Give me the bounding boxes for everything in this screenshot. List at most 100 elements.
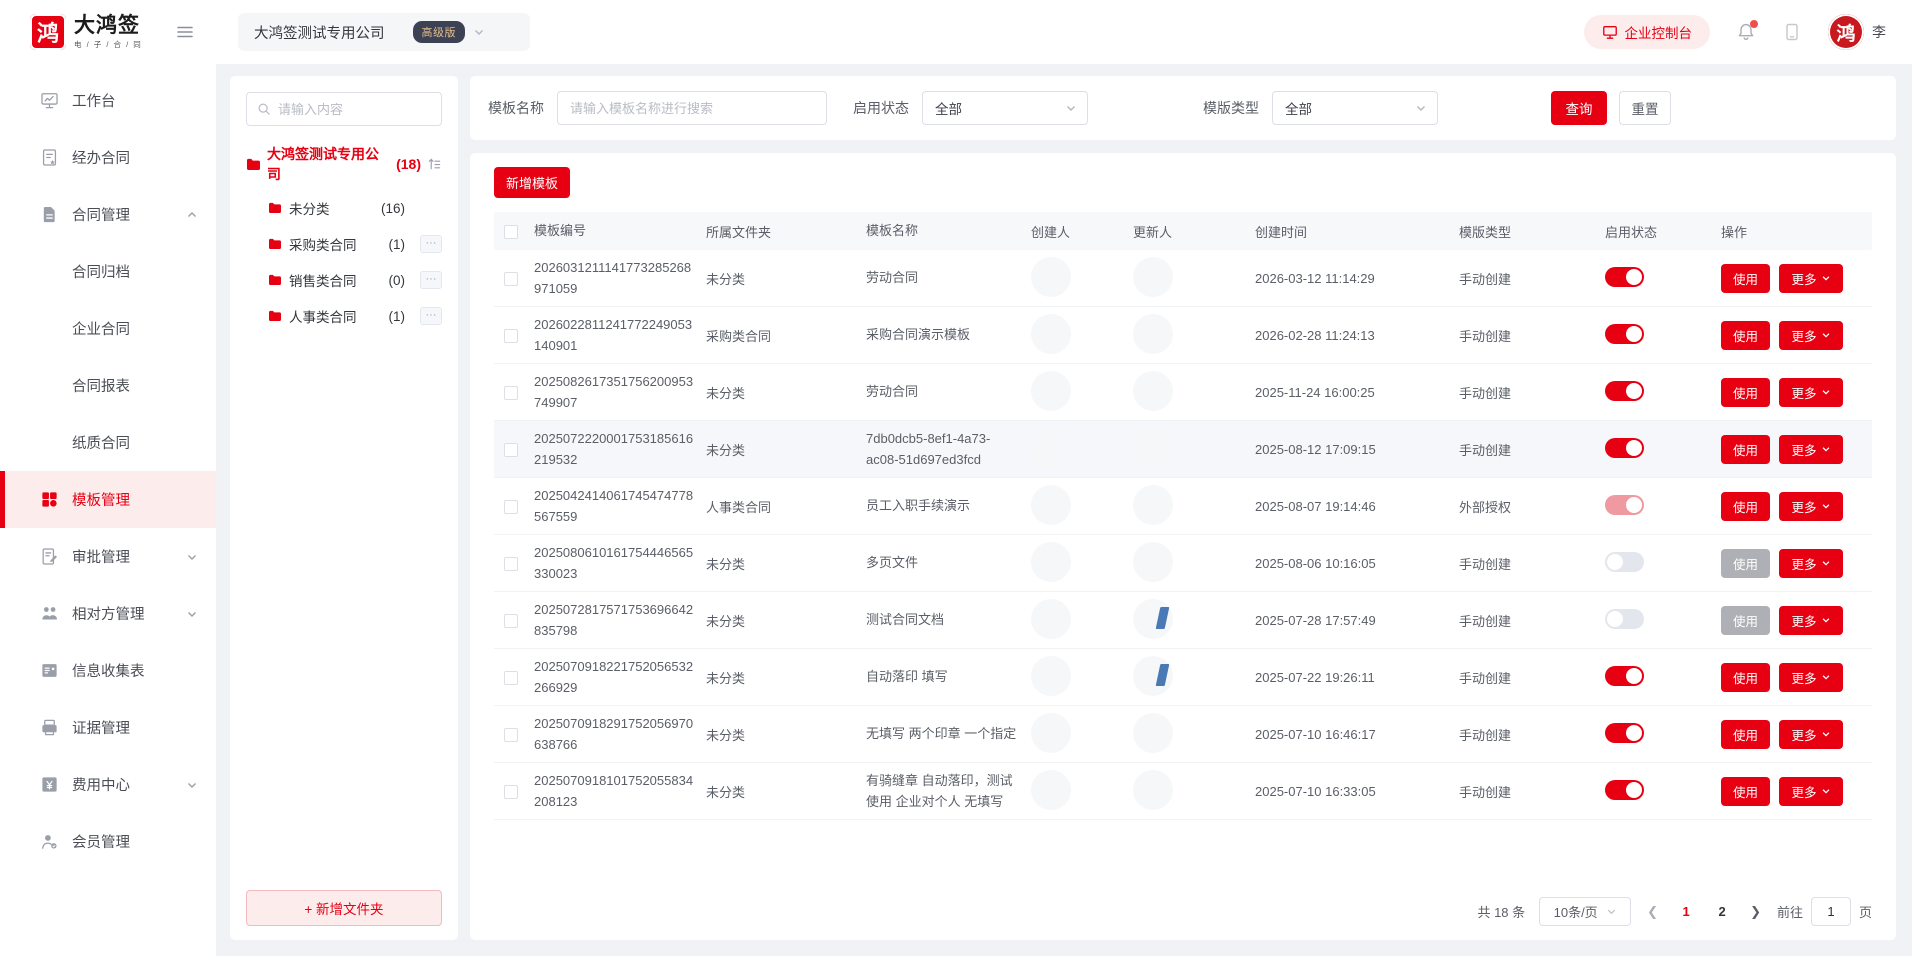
enable-toggle[interactable] [1605,324,1644,344]
use-button[interactable]: 使用 [1721,435,1770,464]
sidebar-item-billing-center[interactable]: 费用中心 [0,756,216,813]
search-button[interactable]: 查询 [1551,91,1607,125]
use-button[interactable]: 使用 [1721,549,1770,578]
sort-list-icon[interactable] [427,157,442,172]
page-size-select[interactable]: 10条/页 [1539,897,1631,926]
template-name-input[interactable] [557,91,827,125]
sidebar-item-contract-reports[interactable]: 合同报表 [0,357,216,414]
enable-toggle[interactable] [1605,609,1644,629]
sidebar-item-paper-contracts[interactable]: 纸质合同 [0,414,216,471]
updater-avatar [1133,485,1173,525]
folder-menu-icon[interactable]: ··· [420,235,442,253]
use-button[interactable]: 使用 [1721,321,1770,350]
goto-page-input[interactable] [1811,897,1851,926]
use-button[interactable]: 使用 [1721,492,1770,521]
use-button[interactable]: 使用 [1721,264,1770,293]
sidebar-item-enterprise-contracts[interactable]: 企业合同 [0,300,216,357]
mobile-device-icon[interactable] [1782,22,1802,42]
enable-toggle[interactable] [1605,438,1644,458]
enterprise-console-button[interactable]: 企业控制台 [1584,15,1711,49]
page-numbers: 12 [1674,904,1734,919]
page-number-2[interactable]: 2 [1710,904,1734,919]
sidebar-item-member-management[interactable]: 会员管理 [0,813,216,870]
tree-root-node[interactable]: 大鸿签测试专用公司 (18) [246,144,442,184]
tree-search-input[interactable] [278,102,431,117]
add-template-button[interactable]: 新增模板 [494,167,570,198]
column-header: 操作 [1721,222,1872,241]
chevron-down-icon [1821,729,1831,739]
row-checkbox[interactable] [504,386,518,400]
enable-toggle[interactable] [1605,666,1644,686]
use-button[interactable]: 使用 [1721,663,1770,692]
tree-folder-item[interactable]: 未分类 (16) ··· [246,190,442,226]
updater-avatar [1133,428,1173,468]
enable-toggle[interactable] [1605,780,1644,800]
tree-folder-item[interactable]: 采购类合同 (1) ··· [246,226,442,262]
tree-folder-item[interactable]: 销售类合同 (0) ··· [246,262,442,298]
template-type: 手动创建 [1459,383,1605,402]
more-button[interactable]: 更多 [1779,720,1843,749]
use-button[interactable]: 使用 [1721,720,1770,749]
more-button[interactable]: 更多 [1779,549,1843,578]
more-button[interactable]: 更多 [1779,264,1843,293]
folder-menu-icon[interactable]: ··· [420,271,442,289]
row-checkbox[interactable] [504,443,518,457]
row-checkbox[interactable] [504,614,518,628]
row-checkbox[interactable] [504,785,518,799]
enable-toggle[interactable] [1605,495,1644,515]
more-button[interactable]: 更多 [1779,663,1843,692]
row-checkbox[interactable] [504,671,518,685]
template-type-select[interactable]: 全部 [1272,91,1438,125]
sidebar-item-evidence-management[interactable]: 证据管理 [0,699,216,756]
enable-toggle[interactable] [1605,267,1644,287]
more-button-label: 更多 [1791,668,1816,687]
sidebar-item-template-management[interactable]: 模板管理 [0,471,216,528]
more-button[interactable]: 更多 [1779,492,1843,521]
use-button[interactable]: 使用 [1721,606,1770,635]
folder-menu-icon[interactable]: ··· [420,307,442,325]
more-button[interactable]: 更多 [1779,435,1843,464]
use-button[interactable]: 使用 [1721,777,1770,806]
sidebar-item-contract-archive[interactable]: 合同归档 [0,243,216,300]
row-checkbox[interactable] [504,329,518,343]
collapse-menu-icon[interactable] [176,23,194,41]
sidebar-item-contract-management[interactable]: 合同管理 [0,186,216,243]
select-all-checkbox[interactable] [504,225,518,239]
more-button[interactable]: 更多 [1779,321,1843,350]
row-checkbox[interactable] [504,557,518,571]
enable-toggle[interactable] [1605,723,1644,743]
chevron-down-icon [1821,615,1831,625]
enable-toggle[interactable] [1605,381,1644,401]
notifications-bell-icon[interactable] [1736,22,1756,42]
table-header: 模板编号 所属文件夹 模板名称 创建人 更新人 创建时间 模版类型 启用状态 操… [494,212,1872,250]
template-id: 2025070918101752055834208123 [534,770,706,813]
page-number-1[interactable]: 1 [1674,904,1698,919]
next-page-icon[interactable]: ❯ [1748,904,1763,920]
sidebar-item-info-collection-forms[interactable]: 信息收集表 [0,642,216,699]
creator-avatar [1031,257,1071,297]
folder-count: (0) [389,273,406,288]
template-folder: 采购类合同 [706,326,866,345]
sidebar-item-approval-management[interactable]: 审批管理 [0,528,216,585]
creator-avatar [1031,656,1071,696]
company-selector[interactable]: 大鸿签测试专用公司 高级版 [238,13,530,51]
more-button[interactable]: 更多 [1779,777,1843,806]
reset-button[interactable]: 重置 [1619,91,1671,125]
user-menu[interactable]: 鸿 李 [1828,14,1886,50]
sidebar-item-workbench[interactable]: 工作台 [0,72,216,129]
prev-page-icon[interactable]: ❮ [1645,904,1660,920]
more-button[interactable]: 更多 [1779,378,1843,407]
column-header: 更新人 [1133,222,1255,241]
add-folder-button[interactable]: + 新增文件夹 [246,890,442,926]
sidebar-item-handled-contracts[interactable]: 经办合同 [0,129,216,186]
row-checkbox[interactable] [504,272,518,286]
tree-folder-item[interactable]: 人事类合同 (1) ··· [246,298,442,334]
enable-toggle[interactable] [1605,552,1644,572]
sidebar-item-counterparty-management[interactable]: 相对方管理 [0,585,216,642]
more-button-label: 更多 [1791,383,1816,402]
enable-status-select[interactable]: 全部 [922,91,1088,125]
row-checkbox[interactable] [504,500,518,514]
use-button[interactable]: 使用 [1721,378,1770,407]
more-button[interactable]: 更多 [1779,606,1843,635]
row-checkbox[interactable] [504,728,518,742]
